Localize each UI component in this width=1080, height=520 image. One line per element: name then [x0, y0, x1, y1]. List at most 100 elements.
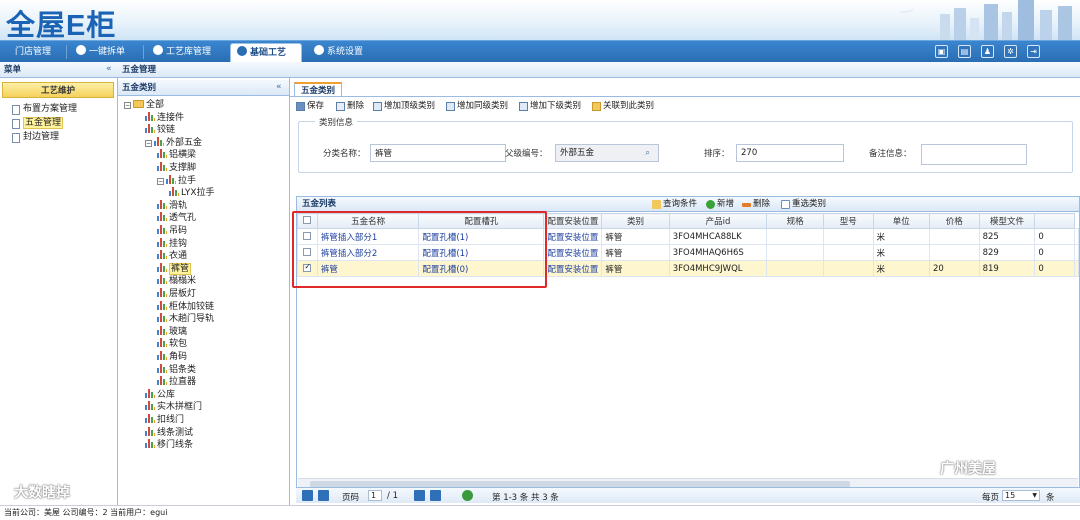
reselect-category-button[interactable]: 重选类别: [781, 198, 826, 210]
tree-node[interactable]: 线条测试: [145, 426, 193, 440]
row-checkbox[interactable]: [303, 231, 312, 240]
tree-node[interactable]: − 拉手: [157, 174, 196, 188]
table-row[interactable]: 裤管插入部分2 配置孔槽(1) 配置安装位置 裤管 3FO4MHAQ6H6S 米 829 0: [297, 244, 1079, 261]
tree-node[interactable]: 柜体加铰链: [157, 300, 214, 314]
query-condition-button[interactable]: 查询条件: [652, 198, 697, 210]
table-row[interactable]: 裤管插入部分1 配置孔槽(1) 配置安装位置 裤管 3FO4MHCA88LK 米 825 0: [297, 228, 1079, 245]
config-position-link[interactable]: 配置安装位置: [543, 244, 603, 261]
prev-page-icon[interactable]: [318, 490, 329, 501]
row-checkbox[interactable]: [303, 247, 312, 256]
menu-group-craft[interactable]: 工艺维护: [2, 82, 114, 98]
tree-node[interactable]: 公库: [145, 388, 175, 402]
tree-node[interactable]: 角码: [157, 351, 187, 364]
parent-code-field[interactable]: 外部五金 ⌕: [555, 144, 659, 162]
tree-node[interactable]: 铰链: [145, 124, 175, 137]
tree-node[interactable]: 透气孔: [157, 212, 196, 225]
name-label: 分类名称：: [323, 149, 366, 159]
tree-node[interactable]: 榻榻米: [157, 275, 196, 288]
pagination-bar: 页码 1 / 1 第 1-3 条 共 3 条 每页 15 ▼ 条: [296, 487, 1080, 503]
config-position-link[interactable]: 配置安装位置: [543, 260, 603, 277]
last-page-icon[interactable]: [430, 490, 441, 501]
collapse-toggle-icon[interactable]: −: [157, 177, 164, 185]
clipboard-icon[interactable]: ▤: [958, 45, 971, 58]
tree-node[interactable]: 玻璃: [157, 325, 187, 339]
row-select-cell[interactable]: [297, 260, 318, 277]
collapse-tree-icon[interactable]: «: [276, 82, 282, 92]
column-header[interactable]: 型号: [822, 213, 874, 229]
tree-node[interactable]: − 外部五金: [145, 136, 202, 150]
tree-node[interactable]: 层板灯: [157, 288, 196, 301]
tree-node[interactable]: LYX拉手: [169, 187, 214, 200]
gear-icon[interactable]: ✲: [1004, 45, 1017, 58]
nav-tab-basic-craft[interactable]: 基础工艺: [230, 43, 302, 63]
tree-node[interactable]: 铝条类: [157, 363, 196, 377]
monitor-icon[interactable]: ▣: [935, 45, 948, 58]
column-header[interactable]: 单位: [872, 213, 930, 229]
config-position-link[interactable]: 配置安装位置: [543, 228, 603, 245]
column-header[interactable]: 模型文件: [978, 213, 1036, 229]
tree-node[interactable]: 滑轨: [157, 199, 187, 213]
nav-tab-store[interactable]: 门店管理: [4, 43, 51, 63]
row-select-cell[interactable]: [297, 244, 318, 261]
nav-tab-split[interactable]: 一键拆单: [70, 43, 125, 63]
table-row[interactable]: 裤管配置孔槽(0)配置安装位置裤管3FO4MHC9JWQL米208190: [297, 260, 1079, 277]
collapse-toggle-icon[interactable]: −: [145, 139, 152, 147]
tree-node[interactable]: 吊码: [157, 225, 187, 238]
row-select-cell[interactable]: [297, 228, 318, 245]
config-slot-link[interactable]: 配置孔槽(1): [418, 228, 545, 245]
tree-node[interactable]: − 全部: [124, 99, 164, 112]
tree-node[interactable]: 扣线门: [145, 414, 184, 427]
column-header[interactable]: 规格: [766, 213, 824, 229]
column-header[interactable]: 价格: [929, 213, 980, 229]
nav-tab-craft-lib[interactable]: 工艺库管理: [147, 43, 211, 63]
select-all-header[interactable]: [297, 213, 318, 229]
tree-node[interactable]: 衣通: [157, 250, 187, 263]
link-category-button[interactable]: 关联到此类别: [592, 100, 654, 112]
sort-input[interactable]: [736, 144, 844, 162]
tree-node[interactable]: 挂钩: [157, 237, 187, 251]
collapse-left-icon[interactable]: «: [106, 64, 112, 74]
delete-button[interactable]: 删除: [336, 100, 364, 112]
tree-node[interactable]: 软包: [157, 338, 187, 351]
config-slot-link[interactable]: 配置孔槽(0): [418, 260, 545, 277]
category-name-input[interactable]: [370, 144, 506, 162]
tree-node[interactable]: 连接件: [145, 111, 184, 125]
tab-hardware-category[interactable]: 五金类别: [294, 82, 343, 97]
per-page-select[interactable]: 15 ▼: [1002, 490, 1040, 501]
collapse-toggle-icon[interactable]: −: [124, 102, 131, 109]
tree-node[interactable]: 铝横梁: [157, 149, 196, 162]
nav-tab-settings[interactable]: 系统设置: [308, 43, 363, 63]
add-top-category-button[interactable]: 增加顶级类别: [373, 100, 435, 112]
add-child-category-button[interactable]: 增加下级类别: [519, 100, 581, 112]
tree-node[interactable]: 支撑脚: [157, 162, 196, 175]
remark-textarea[interactable]: [921, 144, 1027, 165]
menu-item-edging[interactable]: 封边管理: [12, 131, 59, 144]
page-number-input[interactable]: 1: [368, 490, 382, 501]
row-checkbox[interactable]: [303, 262, 312, 272]
tree-node[interactable]: 拉直器: [157, 376, 196, 389]
add-sibling-category-button[interactable]: 增加同级类别: [446, 100, 508, 112]
column-header[interactable]: 配置安装位置: [543, 213, 603, 229]
search-icon[interactable]: ⌕: [645, 145, 650, 161]
menu-item-hardware[interactable]: 五金管理: [12, 117, 64, 130]
first-page-icon[interactable]: [302, 490, 313, 501]
column-header[interactable]: 产品id: [668, 213, 768, 229]
column-header[interactable]: 配置槽孔: [418, 213, 545, 229]
column-header[interactable]: 类别: [601, 213, 670, 229]
config-slot-link[interactable]: 配置孔槽(1): [418, 244, 545, 261]
save-button[interactable]: 保存: [296, 100, 324, 112]
user-icon[interactable]: ♟: [981, 45, 994, 58]
select-all-checkbox[interactable]: [303, 216, 312, 224]
column-header[interactable]: 五金名称: [316, 213, 420, 229]
add-button[interactable]: 新增: [706, 198, 734, 210]
tree-node[interactable]: 裤管: [157, 262, 192, 276]
column-header[interactable]: [1034, 213, 1075, 229]
grid-delete-button[interactable]: 删除: [742, 198, 770, 210]
menu-item-layout[interactable]: 布置方案管理: [12, 103, 77, 116]
exit-icon[interactable]: ⇥: [1027, 45, 1040, 58]
tree-node[interactable]: 木趟门导轨: [157, 313, 214, 326]
next-page-icon[interactable]: [414, 490, 425, 501]
refresh-icon[interactable]: [462, 490, 473, 501]
tree-node[interactable]: 实木拼框门: [145, 401, 202, 414]
tree-node[interactable]: 移门线条: [145, 439, 193, 452]
